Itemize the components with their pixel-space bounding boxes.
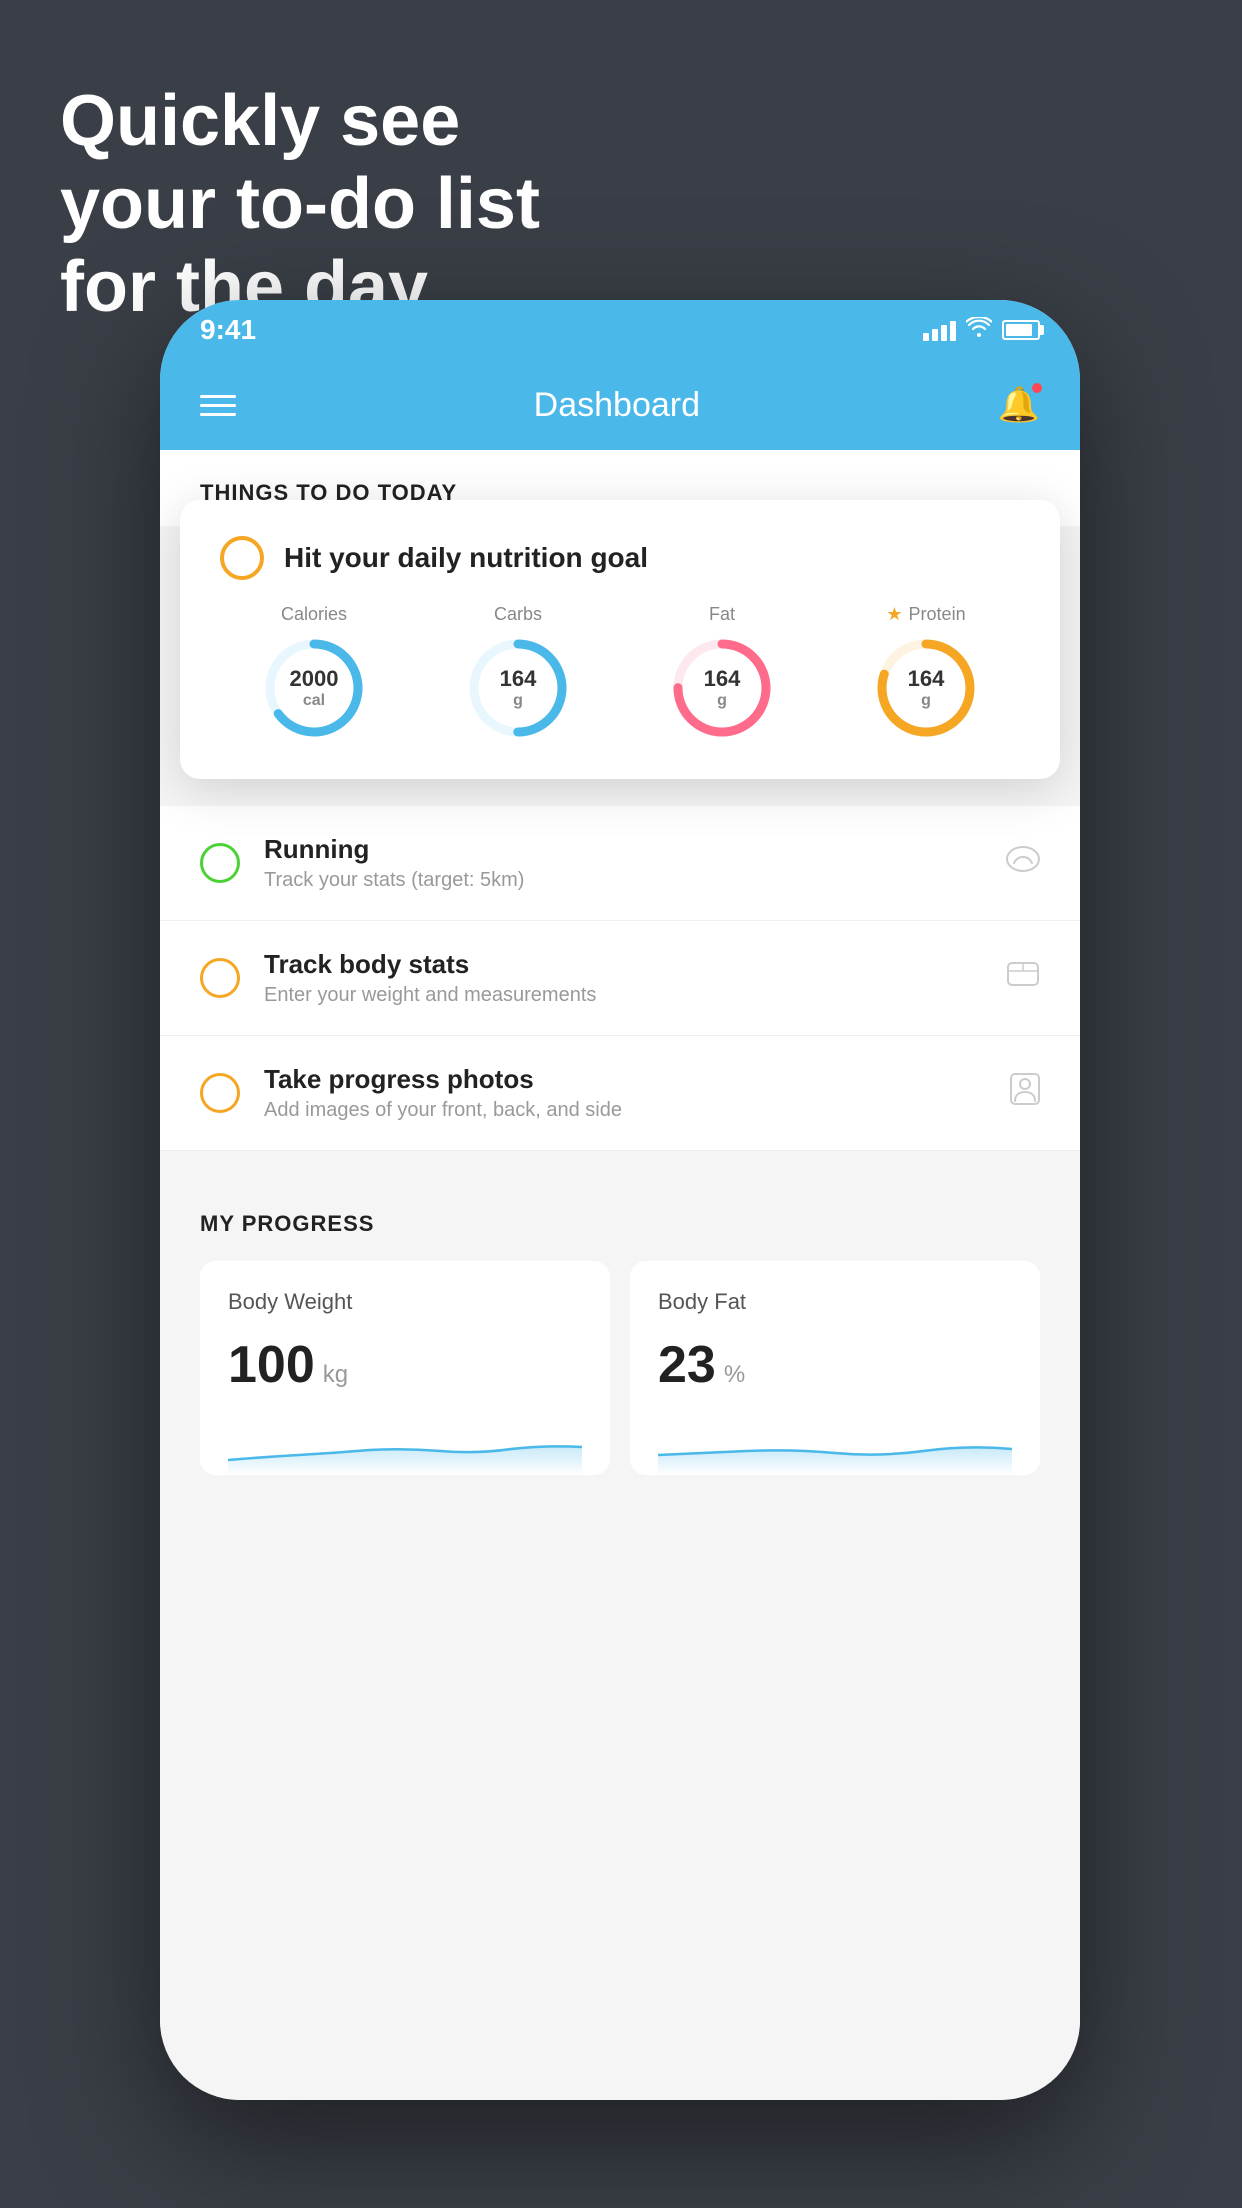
todo-circle-running <box>200 843 240 883</box>
carbs-ring: 164 g <box>463 633 573 743</box>
nutrition-carbs: Carbs 164 g <box>424 604 612 743</box>
body-weight-title: Body Weight <box>228 1289 582 1315</box>
app-title: Dashboard <box>534 386 700 425</box>
todo-item-body-stats[interactable]: Track body stats Enter your weight and m… <box>160 921 1080 1036</box>
todo-item-photos[interactable]: Take progress photos Add images of your … <box>160 1036 1080 1151</box>
todo-name-photos: Take progress photos <box>264 1064 986 1095</box>
notification-bell-icon[interactable]: 🔔 <box>998 385 1040 425</box>
calories-label: Calories <box>281 604 347 625</box>
status-bar: 9:41 <box>160 300 1080 360</box>
notification-dot <box>1030 381 1044 395</box>
app-headline: Quickly see your to-do list for the day. <box>60 80 540 328</box>
goal-circle-check <box>220 536 264 580</box>
progress-cards-container: Body Weight 100 kg <box>200 1261 1040 1475</box>
nutrition-circles-container: Calories 2000 cal Carbs <box>220 604 1020 743</box>
todo-info-body-stats: Track body stats Enter your weight and m… <box>264 949 982 1007</box>
battery-icon <box>1002 320 1040 340</box>
todo-sub-photos: Add images of your front, back, and side <box>264 1099 986 1122</box>
app-header: Dashboard 🔔 <box>160 360 1080 450</box>
progress-section: MY PROGRESS Body Weight 100 kg <box>160 1171 1080 1495</box>
progress-section-title: MY PROGRESS <box>200 1211 1040 1237</box>
fat-ring: 164 g <box>667 633 777 743</box>
status-time: 9:41 <box>200 314 256 346</box>
nutrition-card: Hit your daily nutrition goal Calories 2… <box>180 500 1060 779</box>
running-icon <box>1006 845 1040 881</box>
scale-icon <box>1006 959 1040 997</box>
wifi-icon <box>966 317 992 343</box>
body-weight-chart <box>228 1415 582 1475</box>
nutrition-fat: Fat 164 g <box>628 604 816 743</box>
card-title: Hit your daily nutrition goal <box>284 542 648 574</box>
todo-sub-body-stats: Enter your weight and measurements <box>264 984 982 1007</box>
star-icon: ★ <box>886 604 902 625</box>
body-fat-unit: % <box>724 1361 745 1389</box>
calories-text: 2000 cal <box>290 666 339 710</box>
nutrition-calories: Calories 2000 cal <box>220 604 408 743</box>
body-fat-value: 23 <box>658 1335 716 1395</box>
fat-label: Fat <box>709 604 735 625</box>
todo-name-body-stats: Track body stats <box>264 949 982 980</box>
todo-circle-body-stats <box>200 958 240 998</box>
body-weight-value-row: 100 kg <box>228 1335 582 1395</box>
person-icon <box>1010 1073 1040 1113</box>
todo-info-running: Running Track your stats (target: 5km) <box>264 834 982 892</box>
protein-label: ★ Protein <box>886 604 965 625</box>
body-weight-value: 100 <box>228 1335 315 1395</box>
todo-sub-running: Track your stats (target: 5km) <box>264 869 982 892</box>
todo-name-running: Running <box>264 834 982 865</box>
protein-ring: 164 g <box>871 633 981 743</box>
status-icons <box>923 317 1040 343</box>
app-content: THINGS TO DO TODAY Hit your daily nutrit… <box>160 450 1080 2100</box>
todo-item-running[interactable]: Running Track your stats (target: 5km) <box>160 806 1080 921</box>
body-fat-chart <box>658 1415 1012 1475</box>
signal-bars-icon <box>923 319 956 341</box>
protein-text: 164 g <box>908 666 945 710</box>
carbs-text: 164 g <box>500 666 537 710</box>
body-fat-value-row: 23 % <box>658 1335 1012 1395</box>
body-fat-title: Body Fat <box>658 1289 1012 1315</box>
fat-text: 164 g <box>704 666 741 710</box>
body-weight-unit: kg <box>323 1361 348 1389</box>
calories-ring: 2000 cal <box>259 633 369 743</box>
todo-circle-photos <box>200 1073 240 1113</box>
todo-list: Running Track your stats (target: 5km) T… <box>160 806 1080 1151</box>
todo-info-photos: Take progress photos Add images of your … <box>264 1064 986 1122</box>
nutrition-protein: ★ Protein 164 g <box>832 604 1020 743</box>
carbs-label: Carbs <box>494 604 542 625</box>
card-header-row: Hit your daily nutrition goal <box>220 536 1020 580</box>
hamburger-menu[interactable] <box>200 395 236 416</box>
body-weight-card[interactable]: Body Weight 100 kg <box>200 1261 610 1475</box>
body-fat-card[interactable]: Body Fat 23 % <box>630 1261 1040 1475</box>
phone-mockup: 9:41 Dashboard 🔔 <box>160 300 1080 2100</box>
